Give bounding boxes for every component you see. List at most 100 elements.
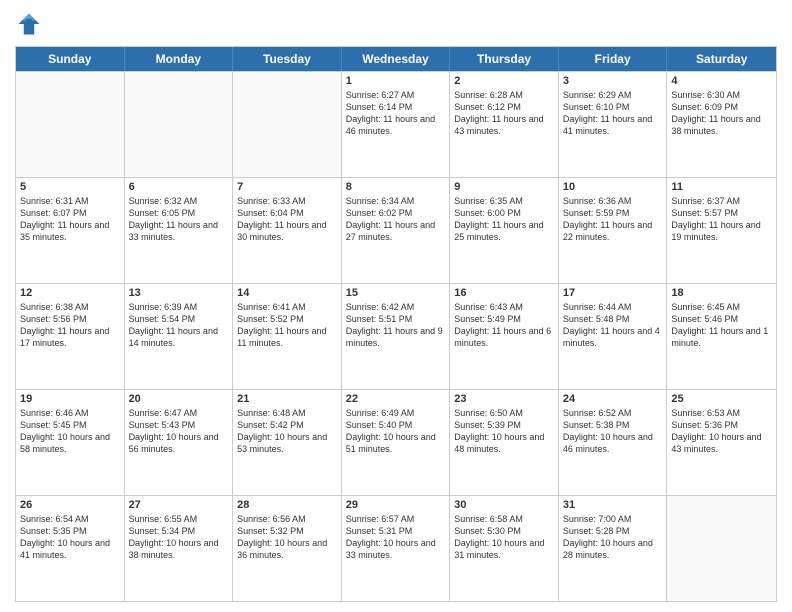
calendar-cell: 3Sunrise: 6:29 AM Sunset: 6:10 PM Daylig… [559,72,668,177]
cell-info: Sunrise: 6:57 AM Sunset: 5:31 PM Dayligh… [346,513,446,562]
day-number: 23 [454,393,554,405]
day-number: 11 [671,181,772,193]
cell-info: Sunrise: 6:50 AM Sunset: 5:39 PM Dayligh… [454,407,554,456]
day-number: 27 [129,499,229,511]
calendar-row: 19 Sunrise: 6:46 AM Sunset: 5:45 PM Dayli… [16,389,776,495]
calendar-cell: 29 Sunrise: 6:57 AM Sunset: 5:31 PM Dayli… [342,496,451,601]
calendar-row: 1Sunrise: 6:27 AM Sunset: 6:14 PM Daylig… [16,71,776,177]
calendar-cell: 6 Sunrise: 6:32 AM Sunset: 6:05 PM Daylig… [125,178,234,283]
cell-info: Sunrise: 6:39 AM Sunset: 5:54 PM Dayligh… [129,301,229,350]
cell-info: Sunrise: 6:34 AM Sunset: 6:02 PM Dayligh… [346,195,446,244]
cell-info: Sunrise: 6:43 AM Sunset: 5:49 PM Dayligh… [454,301,554,350]
day-number: 6 [129,181,229,193]
calendar-cell: 16 Sunrise: 6:43 AM Sunset: 5:49 PM Dayli… [450,284,559,389]
day-number: 8 [346,181,446,193]
calendar-cell: 7 Sunrise: 6:33 AM Sunset: 6:04 PM Daylig… [233,178,342,283]
calendar-cell: 11 Sunrise: 6:37 AM Sunset: 5:57 PM Dayli… [667,178,776,283]
weekday-header: Friday [559,47,668,71]
cell-info: Sunrise: 6:48 AM Sunset: 5:42 PM Dayligh… [237,407,337,456]
calendar-cell [125,72,234,177]
calendar-cell: 13 Sunrise: 6:39 AM Sunset: 5:54 PM Dayli… [125,284,234,389]
calendar-cell [16,72,125,177]
day-number: 24 [563,393,663,405]
calendar-cell: 28 Sunrise: 6:56 AM Sunset: 5:32 PM Dayli… [233,496,342,601]
cell-info: Sunrise: 6:47 AM Sunset: 5:43 PM Dayligh… [129,407,229,456]
calendar-body: 1Sunrise: 6:27 AM Sunset: 6:14 PM Daylig… [16,71,776,601]
calendar-cell: 10 Sunrise: 6:36 AM Sunset: 5:59 PM Dayli… [559,178,668,283]
day-number: 2 [454,75,554,87]
day-number: 31 [563,499,663,511]
cell-info: Sunrise: 6:37 AM Sunset: 5:57 PM Dayligh… [671,195,772,244]
day-number: 22 [346,393,446,405]
cell-info: Sunrise: 7:00 AM Sunset: 5:28 PM Dayligh… [563,513,663,562]
day-number: 14 [237,287,337,299]
cell-info: Sunrise: 6:56 AM Sunset: 5:32 PM Dayligh… [237,513,337,562]
calendar-cell: 22 Sunrise: 6:49 AM Sunset: 5:40 PM Dayli… [342,390,451,495]
cell-info: Sunrise: 6:53 AM Sunset: 5:36 PM Dayligh… [671,407,772,456]
cell-info: Sunrise: 6:55 AM Sunset: 5:34 PM Dayligh… [129,513,229,562]
day-number: 30 [454,499,554,511]
day-number: 7 [237,181,337,193]
calendar-cell: 24 Sunrise: 6:52 AM Sunset: 5:38 PM Dayli… [559,390,668,495]
day-number: 26 [20,499,120,511]
day-number: 4 [671,75,772,87]
calendar-cell: 30Sunrise: 6:58 AM Sunset: 5:30 PM Dayli… [450,496,559,601]
day-number: 17 [563,287,663,299]
calendar-cell [233,72,342,177]
calendar-cell: 15 Sunrise: 6:42 AM Sunset: 5:51 PM Dayli… [342,284,451,389]
weekday-header: Wednesday [342,47,451,71]
logo-icon [15,10,43,38]
cell-info: Sunrise: 6:45 AM Sunset: 5:46 PM Dayligh… [671,301,772,350]
day-number: 29 [346,499,446,511]
weekday-header: Thursday [450,47,559,71]
day-number: 19 [20,393,120,405]
calendar-row: 12 Sunrise: 6:38 AM Sunset: 5:56 PM Dayli… [16,283,776,389]
logo [15,10,47,38]
calendar-cell: 23 Sunrise: 6:50 AM Sunset: 5:39 PM Dayli… [450,390,559,495]
cell-info: Sunrise: 6:41 AM Sunset: 5:52 PM Dayligh… [237,301,337,350]
page: SundayMondayTuesdayWednesdayThursdayFrid… [0,0,792,612]
day-number: 16 [454,287,554,299]
calendar-cell: 5Sunrise: 6:31 AM Sunset: 6:07 PM Daylig… [16,178,125,283]
calendar-cell: 21 Sunrise: 6:48 AM Sunset: 5:42 PM Dayli… [233,390,342,495]
cell-info: Sunrise: 6:44 AM Sunset: 5:48 PM Dayligh… [563,301,663,350]
cell-info: Sunrise: 6:28 AM Sunset: 6:12 PM Dayligh… [454,89,554,138]
cell-info: Sunrise: 6:52 AM Sunset: 5:38 PM Dayligh… [563,407,663,456]
day-number: 28 [237,499,337,511]
calendar-cell: 14 Sunrise: 6:41 AM Sunset: 5:52 PM Dayli… [233,284,342,389]
cell-info: Sunrise: 6:38 AM Sunset: 5:56 PM Dayligh… [20,301,120,350]
calendar-row: 26 Sunrise: 6:54 AM Sunset: 5:35 PM Dayli… [16,495,776,601]
cell-info: Sunrise: 6:29 AM Sunset: 6:10 PM Dayligh… [563,89,663,138]
weekday-header: Saturday [667,47,776,71]
calendar-cell: 19 Sunrise: 6:46 AM Sunset: 5:45 PM Dayli… [16,390,125,495]
calendar-header: SundayMondayTuesdayWednesdayThursdayFrid… [16,47,776,71]
cell-info: Sunrise: 6:46 AM Sunset: 5:45 PM Dayligh… [20,407,120,456]
calendar-cell: 25Sunrise: 6:53 AM Sunset: 5:36 PM Dayli… [667,390,776,495]
calendar-cell: 18Sunrise: 6:45 AM Sunset: 5:46 PM Dayli… [667,284,776,389]
cell-info: Sunrise: 6:31 AM Sunset: 6:07 PM Dayligh… [20,195,120,244]
weekday-header: Sunday [16,47,125,71]
cell-info: Sunrise: 6:54 AM Sunset: 5:35 PM Dayligh… [20,513,120,562]
calendar-cell [667,496,776,601]
cell-info: Sunrise: 6:32 AM Sunset: 6:05 PM Dayligh… [129,195,229,244]
day-number: 13 [129,287,229,299]
weekday-header: Monday [125,47,234,71]
calendar-cell: 26 Sunrise: 6:54 AM Sunset: 5:35 PM Dayli… [16,496,125,601]
calendar-cell: 12 Sunrise: 6:38 AM Sunset: 5:56 PM Dayli… [16,284,125,389]
calendar-cell: 1Sunrise: 6:27 AM Sunset: 6:14 PM Daylig… [342,72,451,177]
calendar-cell: 20Sunrise: 6:47 AM Sunset: 5:43 PM Dayli… [125,390,234,495]
cell-info: Sunrise: 6:27 AM Sunset: 6:14 PM Dayligh… [346,89,446,138]
day-number: 10 [563,181,663,193]
calendar-cell: 9Sunrise: 6:35 AM Sunset: 6:00 PM Daylig… [450,178,559,283]
cell-info: Sunrise: 6:36 AM Sunset: 5:59 PM Dayligh… [563,195,663,244]
day-number: 12 [20,287,120,299]
day-number: 21 [237,393,337,405]
cell-info: Sunrise: 6:49 AM Sunset: 5:40 PM Dayligh… [346,407,446,456]
cell-info: Sunrise: 6:33 AM Sunset: 6:04 PM Dayligh… [237,195,337,244]
calendar-cell: 8 Sunrise: 6:34 AM Sunset: 6:02 PM Daylig… [342,178,451,283]
calendar-cell: 4Sunrise: 6:30 AM Sunset: 6:09 PM Daylig… [667,72,776,177]
cell-info: Sunrise: 6:42 AM Sunset: 5:51 PM Dayligh… [346,301,446,350]
day-number: 15 [346,287,446,299]
calendar-cell: 17 Sunrise: 6:44 AM Sunset: 5:48 PM Dayli… [559,284,668,389]
calendar-cell: 2 Sunrise: 6:28 AM Sunset: 6:12 PM Daylig… [450,72,559,177]
